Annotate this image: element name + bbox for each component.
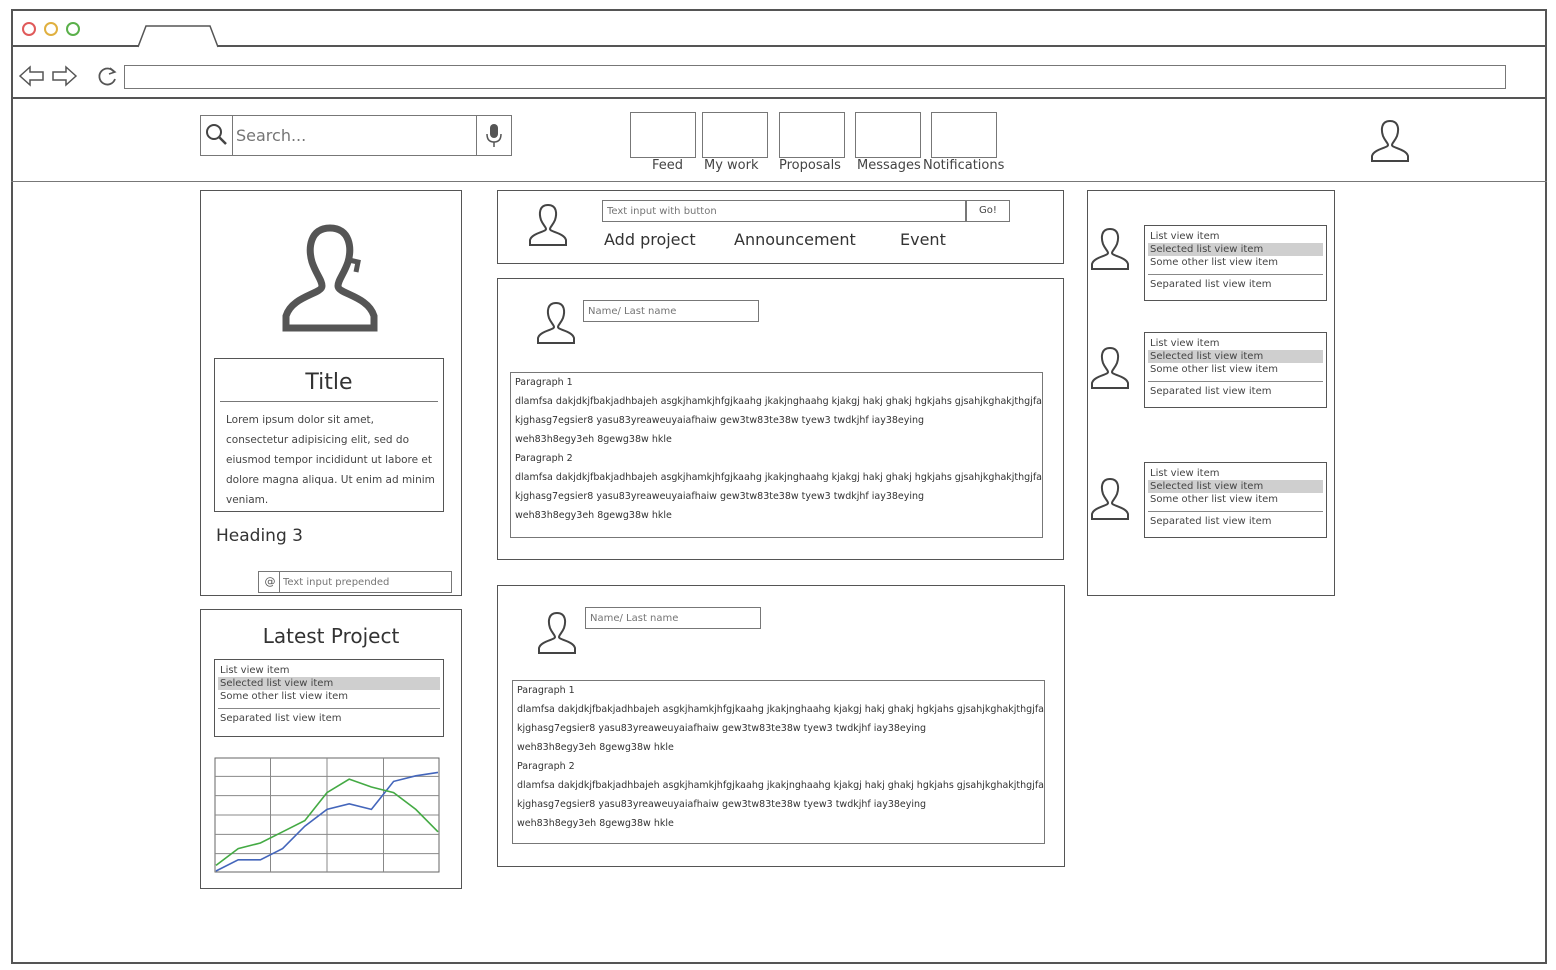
- latest-project-title: Latest Project: [262, 624, 400, 648]
- list-item-selected[interactable]: Selected list view item: [1148, 350, 1323, 363]
- at-sign-icon: @: [264, 575, 276, 588]
- list-item[interactable]: Some other list view item: [1148, 256, 1323, 269]
- add-project-link[interactable]: Add project: [604, 230, 696, 249]
- search-icon: [206, 124, 227, 145]
- paragraph-line: dlamfsa dakjdkjfbakjadhbajeh asgkjhamkjh…: [517, 780, 1044, 791]
- paragraph-label: Paragraph 2: [515, 453, 573, 464]
- latest-project-list: List view item Selected list view item S…: [214, 659, 444, 737]
- browser-tab[interactable]: [136, 24, 222, 48]
- nav-feed-icon[interactable]: [630, 112, 696, 158]
- list-item-separated[interactable]: Separated list view item: [1148, 381, 1323, 398]
- heading-3: Heading 3: [216, 526, 303, 546]
- list-item[interactable]: Some other list view item: [218, 690, 440, 703]
- contact-user-icon: [1091, 227, 1129, 270]
- composer-text-input[interactable]: [602, 200, 966, 222]
- profile-body-text: Lorem ipsum dolor sit amet, consectetur …: [226, 414, 435, 506]
- paragraph-line: weh83h8egy3eh 8gewg38w hkle: [517, 742, 674, 753]
- contact-list: List view item Selected list view item S…: [1144, 225, 1327, 301]
- paragraph-line: dlamfsa dakjdkjfbakjadhbajeh asgkjhamkjh…: [517, 704, 1044, 715]
- header-divider: [11, 181, 1547, 182]
- paragraph-label: Paragraph 1: [517, 685, 575, 696]
- post-text-area: Paragraph 1 dlamfsa dakjdkjfbakjadhbajeh…: [512, 680, 1045, 844]
- paragraph-label: Paragraph 2: [517, 761, 575, 772]
- title-divider: [220, 401, 438, 402]
- event-link[interactable]: Event: [900, 230, 946, 249]
- forward-arrow-icon[interactable]: [50, 64, 78, 88]
- paragraph-line: dlamfsa dakjdkjfbakjadhbajeh asgkjhamkjh…: [515, 396, 1042, 407]
- paragraph-line: weh83h8egy3eh 8gewg38w hkle: [515, 434, 672, 445]
- contact-user-icon: [1091, 477, 1129, 520]
- paragraph-line: kjghasg7egsier8 yasu83yreaweuyaiafhaiw g…: [517, 799, 927, 810]
- list-item-separated[interactable]: Separated list view item: [1148, 511, 1323, 528]
- list-item[interactable]: List view item: [1148, 467, 1323, 480]
- microphone-icon[interactable]: [482, 122, 506, 150]
- paragraph-line: kjghasg7egsier8 yasu83yreaweuyaiafhaiw g…: [517, 723, 927, 734]
- paragraph-line: kjghasg7egsier8 yasu83yreaweuyaiafhaiw g…: [515, 415, 925, 426]
- list-item[interactable]: Some other list view item: [1148, 363, 1323, 376]
- prepended-text-input[interactable]: [283, 573, 447, 591]
- search-divider: [232, 115, 233, 156]
- nav-notifications-icon[interactable]: [931, 112, 997, 158]
- search-input[interactable]: [236, 119, 470, 151]
- list-item-separated[interactable]: Separated list view item: [1148, 274, 1323, 291]
- nav-notifications-label[interactable]: Notifications: [923, 158, 1004, 173]
- contact-list: List view item Selected list view item S…: [1144, 332, 1327, 408]
- nav-proposals-icon[interactable]: [779, 112, 845, 158]
- tab-bar: [11, 9, 1547, 47]
- post-name-field[interactable]: [583, 300, 759, 322]
- paragraph-label: Paragraph 1: [515, 377, 573, 388]
- profile-avatar-icon: [282, 224, 378, 332]
- nav-messages-label[interactable]: Messages: [857, 158, 921, 173]
- nav-my-work-label[interactable]: My work: [704, 158, 759, 173]
- reload-icon[interactable]: [96, 64, 120, 88]
- list-item-separated[interactable]: Separated list view item: [218, 708, 440, 725]
- contact-list: List view item Selected list view item S…: [1144, 462, 1327, 538]
- minimize-window-button[interactable]: [44, 22, 58, 36]
- nav-feed-label[interactable]: Feed: [652, 158, 683, 173]
- list-item[interactable]: Some other list view item: [1148, 493, 1323, 506]
- user-account-icon[interactable]: [1368, 118, 1412, 164]
- url-field[interactable]: [124, 65, 1506, 89]
- post-author-icon: [538, 611, 576, 654]
- paragraph-line: kjghasg7egsier8 yasu83yreaweuyaiafhaiw g…: [515, 491, 925, 502]
- composer-user-icon: [529, 203, 567, 246]
- paragraph-line: dlamfsa dakjdkjfbakjadhbajeh asgkjhamkjh…: [515, 472, 1042, 483]
- project-line-chart: [214, 757, 440, 873]
- paragraph-line: weh83h8egy3eh 8gewg38w hkle: [517, 818, 674, 829]
- list-item-selected[interactable]: Selected list view item: [1148, 243, 1323, 256]
- nav-messages-icon[interactable]: [855, 112, 921, 158]
- back-arrow-icon[interactable]: [18, 64, 46, 88]
- contact-user-icon: [1091, 346, 1129, 389]
- search-divider: [476, 115, 477, 156]
- go-button[interactable]: Go!: [966, 200, 1010, 222]
- list-item-selected[interactable]: Selected list view item: [218, 677, 440, 690]
- announcement-link[interactable]: Announcement: [734, 230, 856, 249]
- post-author-icon: [537, 301, 575, 344]
- close-window-button[interactable]: [22, 22, 36, 36]
- post-text-area: Paragraph 1 dlamfsa dakjdkjfbakjadhbajeh…: [510, 372, 1043, 538]
- list-item[interactable]: List view item: [1148, 337, 1323, 350]
- prepend-divider: [279, 571, 280, 593]
- list-item[interactable]: List view item: [218, 664, 440, 677]
- paragraph-line: weh83h8egy3eh 8gewg38w hkle: [515, 510, 672, 521]
- list-item-selected[interactable]: Selected list view item: [1148, 480, 1323, 493]
- nav-my-work-icon[interactable]: [702, 112, 768, 158]
- list-item[interactable]: List view item: [1148, 230, 1323, 243]
- nav-proposals-label[interactable]: Proposals: [779, 158, 841, 173]
- profile-title: Title: [305, 370, 353, 395]
- post-name-field[interactable]: [585, 607, 761, 629]
- maximize-window-button[interactable]: [66, 22, 80, 36]
